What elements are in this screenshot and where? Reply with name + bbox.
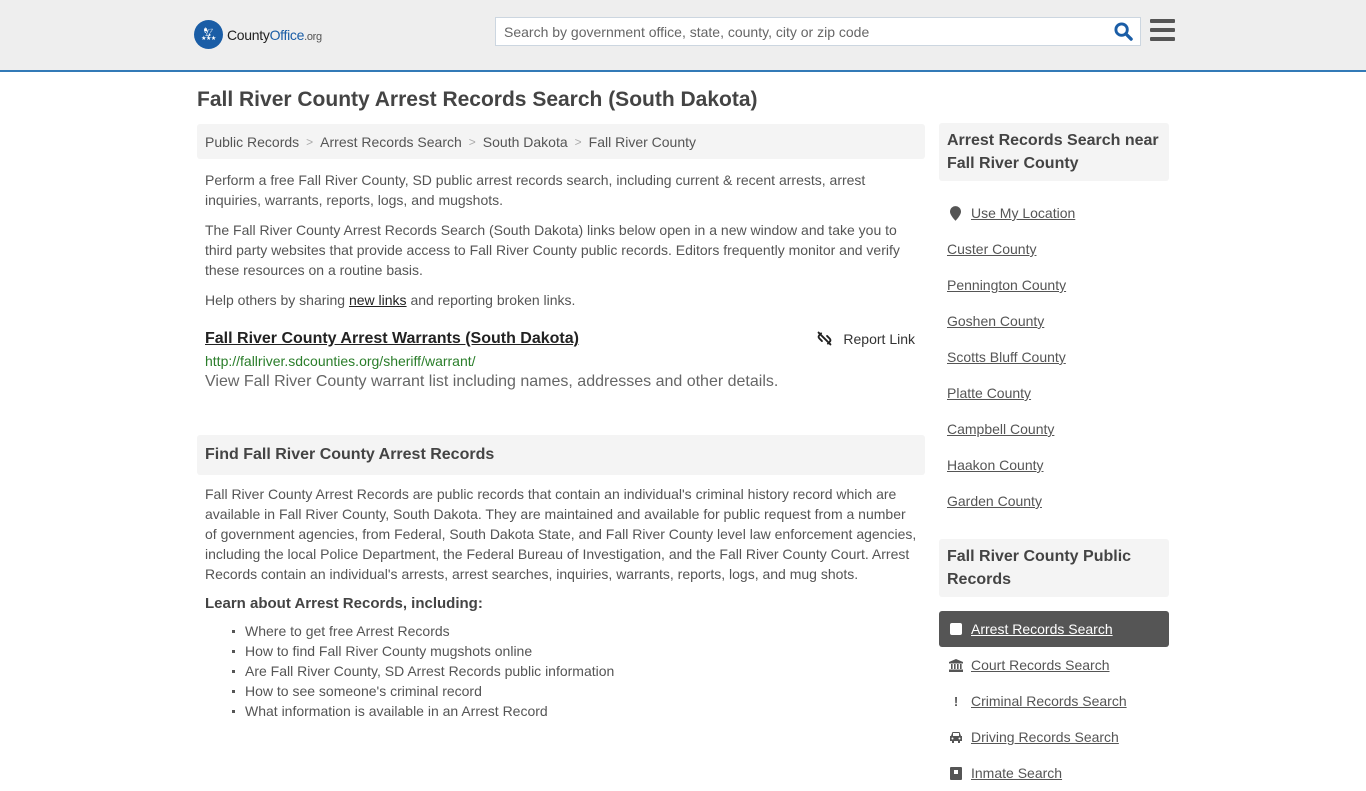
- learn-list-item: Where to get free Arrest Records: [232, 621, 925, 641]
- nearby-heading: Arrest Records Search near Fall River Co…: [939, 123, 1169, 181]
- nearby-county-item: Custer County: [939, 231, 1169, 267]
- nearby-county-link[interactable]: Custer County: [947, 241, 1036, 257]
- inmate-search-link[interactable]: Inmate Search: [971, 765, 1062, 781]
- public-records-list: Arrest Records Search Court Records Sear…: [939, 611, 1169, 791]
- search-bar: [495, 17, 1141, 46]
- public-record-item-criminal: ! Criminal Records Search: [939, 683, 1169, 719]
- share-links-paragraph: Help others by sharing new links and rep…: [197, 290, 925, 310]
- menu-bar: [1150, 19, 1175, 23]
- share-text: Help others by sharing: [205, 292, 349, 308]
- criminal-records-search-link[interactable]: Criminal Records Search: [971, 693, 1127, 709]
- nearby-county-item: Scotts Bluff County: [939, 339, 1169, 375]
- use-my-location-link[interactable]: Use My Location: [971, 205, 1075, 221]
- page-title: Fall River County Arrest Records Search …: [197, 88, 758, 111]
- intro-paragraph: Perform a free Fall River County, SD pub…: [205, 172, 866, 208]
- nearby-county-link[interactable]: Garden County: [947, 493, 1042, 509]
- square-icon: [949, 623, 963, 635]
- sidebar: Arrest Records Search near Fall River Co…: [939, 123, 1169, 791]
- court-records-search-link[interactable]: Court Records Search: [971, 657, 1110, 673]
- learn-list-item: How to find Fall River County mugshots o…: [232, 641, 925, 661]
- nearby-county-link[interactable]: Goshen County: [947, 313, 1044, 329]
- find-records-body: Fall River County Arrest Records are pub…: [205, 486, 917, 582]
- nearby-county-item: Platte County: [939, 375, 1169, 411]
- exclamation-icon: !: [953, 693, 959, 709]
- nearby-county-link[interactable]: Campbell County: [947, 421, 1054, 437]
- public-record-item-driving: Driving Records Search: [939, 719, 1169, 755]
- nearby-county-link[interactable]: Pennington County: [947, 277, 1066, 293]
- site-logo[interactable]: 🦅︎ ★★★ CountyOffice.org: [194, 20, 322, 49]
- breadcrumb-arrest-records-search[interactable]: Arrest Records Search: [320, 134, 462, 150]
- logo-text-county: County: [227, 26, 270, 43]
- learn-heading: Learn about Arrest Records, including:: [205, 595, 483, 612]
- breadcrumb: Public Records > Arrest Records Search >…: [197, 124, 925, 159]
- breadcrumb-south-dakota[interactable]: South Dakota: [483, 134, 568, 150]
- result-item: Fall River County Arrest Warrants (South…: [197, 330, 925, 391]
- report-link-label: Report Link: [843, 330, 915, 347]
- result-description: View Fall River County warrant list incl…: [205, 373, 779, 390]
- breadcrumb-separator: >: [306, 134, 314, 149]
- breadcrumb-public-records[interactable]: Public Records: [205, 134, 299, 150]
- menu-bar: [1150, 37, 1175, 41]
- nearby-county-item: Campbell County: [939, 411, 1169, 447]
- nearby-county-item: Garden County: [939, 483, 1169, 519]
- search-input[interactable]: [496, 18, 1106, 45]
- search-icon: [1113, 22, 1133, 41]
- nearby-county-link[interactable]: Platte County: [947, 385, 1031, 401]
- public-records-heading: Fall River County Public Records: [939, 539, 1169, 597]
- nearby-county-link[interactable]: Haakon County: [947, 457, 1044, 473]
- arrest-records-search-link[interactable]: Arrest Records Search: [971, 621, 1113, 637]
- report-link-button[interactable]: Report Link: [816, 330, 915, 347]
- site-header: 🦅︎ ★★★ CountyOffice.org: [0, 0, 1366, 72]
- nearby-county-item: Goshen County: [939, 303, 1169, 339]
- new-links-link[interactable]: new links: [349, 292, 407, 308]
- share-text-end: and reporting broken links.: [406, 292, 576, 308]
- learn-list: Where to get free Arrest Records How to …: [197, 621, 925, 721]
- find-records-heading: Find Fall River County Arrest Records: [197, 435, 925, 475]
- car-icon: [949, 731, 963, 743]
- breadcrumb-fall-river-county[interactable]: Fall River County: [589, 134, 696, 150]
- search-button[interactable]: [1106, 18, 1140, 45]
- courthouse-icon: [949, 658, 963, 672]
- nearby-county-item: Haakon County: [939, 447, 1169, 483]
- use-my-location-item: Use My Location: [939, 195, 1169, 231]
- breadcrumb-separator: >: [468, 134, 476, 149]
- driving-records-search-link[interactable]: Driving Records Search: [971, 729, 1119, 745]
- learn-list-item: How to see someone's criminal record: [232, 681, 925, 701]
- breadcrumb-separator: >: [574, 134, 582, 149]
- public-record-item-court: Court Records Search: [939, 647, 1169, 683]
- logo-text-org: .org: [304, 30, 322, 43]
- nearby-county-item: Pennington County: [939, 267, 1169, 303]
- inmate-icon: [949, 766, 963, 780]
- menu-bar: [1150, 28, 1175, 32]
- public-record-item-inmate: Inmate Search: [939, 755, 1169, 791]
- logo-wordmark: CountyOffice.org: [227, 27, 322, 43]
- broken-link-icon: [818, 331, 832, 346]
- map-marker-icon: [947, 205, 963, 221]
- disclaimer-paragraph: The Fall River County Arrest Records Sea…: [205, 222, 900, 278]
- nearby-list: Use My Location Custer County Pennington…: [939, 195, 1169, 519]
- logo-text-office: Office: [269, 26, 305, 43]
- eagle-logo-icon: 🦅︎ ★★★: [194, 20, 223, 49]
- public-record-item-arrest: Arrest Records Search: [939, 611, 1169, 647]
- main-content: Public Records > Arrest Records Search >…: [197, 124, 925, 721]
- learn-list-item: What information is available in an Arre…: [232, 701, 925, 721]
- nearby-county-link[interactable]: Scotts Bluff County: [947, 349, 1066, 365]
- learn-list-item: Are Fall River County, SD Arrest Records…: [232, 661, 925, 681]
- result-title-link[interactable]: Fall River County Arrest Warrants (South…: [205, 330, 579, 347]
- hamburger-menu-button[interactable]: [1150, 19, 1175, 41]
- result-url[interactable]: http://fallriver.sdcounties.org/sheriff/…: [205, 353, 917, 369]
